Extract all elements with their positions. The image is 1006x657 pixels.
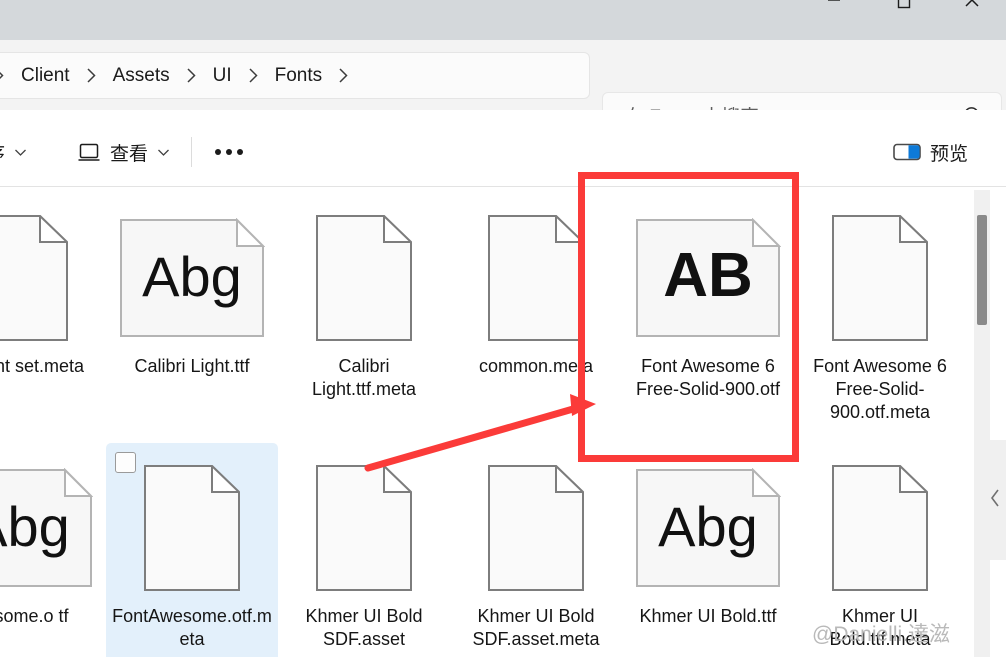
sort-button[interactable]: 序 — [0, 132, 39, 173]
svg-text:Abg: Abg — [658, 495, 758, 558]
file-name-label: ri Light set.meta — [0, 356, 85, 376]
svg-text:Abg: Abg — [0, 495, 70, 558]
font-file-icon: Abg — [635, 453, 781, 603]
file-tile[interactable]: Calibri Light.ttf.meta — [278, 193, 450, 443]
preview-pane-label: 预览 — [929, 143, 968, 165]
svg-text:AB: AB — [663, 241, 753, 310]
file-tile[interactable]: ri Light set.meta — [0, 193, 106, 443]
preview-pane-icon — [893, 142, 921, 162]
vertical-scrollbar[interactable] — [974, 190, 990, 657]
blank-file-icon — [832, 453, 928, 603]
blank-file-icon — [316, 203, 412, 353]
command-bar: 序 查看 — [0, 110, 1006, 186]
chevron-right-icon[interactable] — [331, 67, 356, 84]
file-name-label: Khmer UI Bold SDF.asset.meta — [472, 606, 600, 649]
font-file-icon: AB — [635, 203, 781, 353]
file-grid: ri Light set.meta Abg Calibri Light.ttf Cal… — [0, 193, 1006, 657]
ellipsis-dot — [226, 149, 233, 155]
ellipsis-dot — [237, 149, 244, 155]
toolbar-divider — [191, 137, 193, 167]
file-name-label: wesome.o tf — [0, 606, 69, 626]
font-file-icon: Abg — [119, 203, 265, 353]
chevron-right-icon — [179, 67, 204, 84]
breadcrumb-item-fonts[interactable]: Fonts — [266, 61, 332, 91]
file-name-label: Calibri Light.ttf — [134, 356, 250, 376]
chevron-down-icon — [14, 148, 27, 157]
blank-file-icon — [144, 453, 240, 603]
ellipsis-dot — [215, 149, 222, 155]
file-tile[interactable]: Abg wesome.o tf — [0, 443, 106, 657]
font-file-icon: Abg — [0, 453, 93, 603]
breadcrumb-item-assets[interactable]: Assets — [104, 61, 179, 91]
file-tile[interactable]: Abg Khmer UI Bold.ttf — [622, 443, 794, 657]
sort-label: 序 — [0, 139, 5, 166]
blank-file-icon — [488, 453, 584, 603]
file-tile[interactable]: Khmer UI Bold SDF.asset.meta — [450, 443, 622, 657]
file-grid-pane: ri Light set.meta Abg Calibri Light.ttf Cal… — [0, 186, 1006, 657]
file-name-label: Font Awesome 6 Free-Solid-900.otf — [635, 356, 781, 399]
file-name-label: common.meta — [478, 356, 594, 376]
command-bar-left: 序 查看 — [0, 130, 257, 174]
preview-pane-button[interactable]: 预览 — [881, 132, 980, 173]
preview-pane-collapse-handle[interactable] — [984, 440, 1006, 560]
svg-text:Abg: Abg — [142, 245, 242, 308]
file-tile[interactable]: FontAwesome.otf.meta — [106, 443, 278, 657]
chevron-right-icon — [0, 67, 12, 84]
file-tile[interactable]: Khmer UI Bold SDF.asset — [278, 443, 450, 657]
breadcrumb[interactable]: Client Assets UI Fonts — [0, 52, 590, 99]
blank-file-icon — [0, 203, 68, 353]
chevron-left-icon — [989, 488, 1002, 513]
blank-file-icon — [832, 203, 928, 353]
chevron-down-icon — [157, 148, 170, 157]
view-label: 查看 — [110, 143, 149, 165]
view-button[interactable]: 查看 — [65, 132, 182, 173]
blank-file-icon — [316, 453, 412, 603]
title-bar — [0, 0, 1006, 40]
file-name-label: Khmer UI Bold SDF.asset — [305, 606, 423, 649]
file-name-label: Khmer UI Bold.ttf — [639, 606, 777, 626]
scrollbar-thumb[interactable] — [977, 215, 987, 325]
more-options-button[interactable] — [201, 139, 257, 165]
file-select-checkbox[interactable] — [115, 452, 136, 473]
breadcrumb-item-client[interactable]: Client — [12, 61, 79, 91]
chevron-right-icon — [241, 67, 266, 84]
close-button[interactable] — [937, 0, 1006, 22]
file-tile[interactable]: common.meta — [450, 193, 622, 443]
address-row: Client Assets UI Fonts 在 Fonts 中搜索 — [0, 40, 1006, 139]
chevron-right-icon — [79, 67, 104, 84]
file-tile[interactable]: Abg Calibri Light.ttf — [106, 193, 278, 443]
file-name-label: Calibri Light.ttf.meta — [311, 356, 417, 399]
command-bar-right: 预览 — [881, 130, 980, 174]
watermark: @Danielli.達滋 — [812, 623, 951, 646]
file-tile[interactable]: AB Font Awesome 6 Free-Solid-900.otf — [622, 193, 794, 443]
monitor-icon — [77, 141, 101, 163]
file-explorer-window: Client Assets UI Fonts 在 Fonts 中搜索 — [0, 0, 1006, 657]
file-name-label: Font Awesome 6 Free-Solid-900.otf.meta — [813, 356, 947, 422]
maximize-button[interactable] — [868, 0, 937, 22]
minimize-button[interactable] — [799, 0, 868, 22]
blank-file-icon — [488, 203, 584, 353]
file-tile[interactable]: Font Awesome 6 Free-Solid-900.otf.meta — [794, 193, 966, 443]
file-name-label: FontAwesome.otf.meta — [112, 606, 272, 649]
window-controls — [799, 0, 1006, 22]
breadcrumb-item-ui[interactable]: UI — [204, 61, 241, 91]
